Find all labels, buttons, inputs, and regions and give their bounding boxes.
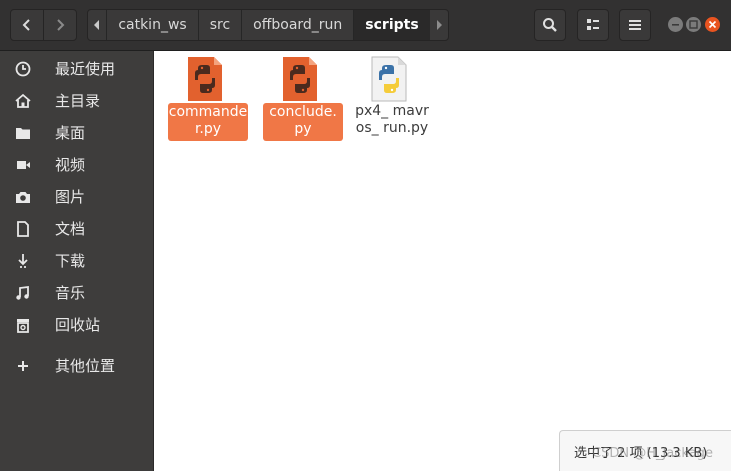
- sidebar-item-label: 回收站: [55, 316, 101, 334]
- menu-button[interactable]: [619, 9, 651, 41]
- close-button[interactable]: [705, 17, 720, 32]
- sidebar-item-music[interactable]: 音乐: [0, 277, 153, 307]
- maximize-icon: [689, 20, 698, 29]
- sidebar-item-other-locations[interactable]: 其他位置: [0, 350, 153, 380]
- sidebar-item-label: 最近使用: [55, 60, 116, 78]
- sidebar: 最近使用 主目录 桌面 视频 图片 文档 下载 音乐 回收站 其他位置: [0, 51, 154, 471]
- path-bar: catkin_ws src offboard_run scripts: [87, 9, 449, 41]
- minimize-button[interactable]: [668, 17, 683, 32]
- download-icon: [18, 254, 28, 268]
- plus-icon: [18, 361, 28, 371]
- sidebar-item-videos[interactable]: 视频: [0, 149, 153, 179]
- python-file-icon: [371, 56, 407, 102]
- maximize-button[interactable]: [686, 17, 701, 32]
- forward-button[interactable]: [43, 9, 77, 41]
- python-file-icon: [283, 57, 317, 101]
- sidebar-item-downloads[interactable]: 下载: [0, 245, 153, 275]
- sidebar-item-home[interactable]: 主目录: [0, 85, 153, 115]
- view-options-icon: [587, 19, 599, 30]
- triangle-left-icon: [94, 20, 100, 30]
- sidebar-item-label: 其他位置: [55, 357, 116, 375]
- watermark: CSDN @H_Jackage: [592, 446, 713, 461]
- search-button[interactable]: [534, 9, 566, 41]
- back-button[interactable]: [10, 9, 44, 41]
- sidebar-item-recent[interactable]: 最近使用: [0, 53, 153, 83]
- recent-icon: [15, 61, 31, 77]
- trash-icon: [17, 319, 29, 333]
- hamburger-menu-icon: [629, 20, 641, 30]
- breadcrumb-src[interactable]: src: [197, 10, 241, 40]
- breadcrumb-offboard-run[interactable]: offboard_run: [241, 10, 353, 40]
- path-scroll-right-button[interactable]: [430, 10, 448, 40]
- sidebar-item-label: 文档: [55, 220, 86, 238]
- triangle-right-icon: [436, 20, 442, 30]
- camera-icon: [16, 192, 30, 203]
- folder-icon: [16, 128, 30, 139]
- file-name: conclude. py: [263, 103, 343, 141]
- python-file-icon: [188, 57, 222, 101]
- view-options-button[interactable]: [577, 9, 609, 41]
- sidebar-item-label: 图片: [55, 188, 86, 206]
- minimize-icon: [672, 24, 679, 26]
- header-bar: catkin_ws src offboard_run scripts: [0, 0, 731, 51]
- sidebar-item-trash[interactable]: 回收站: [0, 309, 153, 339]
- file-name: commande r.py: [168, 103, 248, 141]
- chevron-left-icon: [22, 19, 30, 31]
- chevron-right-icon: [57, 19, 65, 31]
- sidebar-item-pictures[interactable]: 图片: [0, 181, 153, 211]
- document-icon: [17, 221, 29, 237]
- sidebar-item-documents[interactable]: 文档: [0, 213, 153, 243]
- sidebar-item-label: 桌面: [55, 124, 86, 142]
- breadcrumb-scripts[interactable]: scripts: [353, 10, 430, 40]
- sidebar-item-label: 视频: [55, 156, 86, 174]
- close-icon: [708, 20, 717, 29]
- breadcrumb-catkin-ws[interactable]: catkin_ws: [106, 10, 197, 40]
- sidebar-item-desktop[interactable]: 桌面: [0, 117, 153, 147]
- sidebar-item-label: 下载: [55, 252, 86, 270]
- music-icon: [16, 285, 29, 300]
- file-name: px4_ mavros_ run.py: [355, 103, 429, 136]
- search-icon: [543, 18, 557, 32]
- home-icon: [15, 93, 31, 108]
- path-scroll-left-button[interactable]: [88, 10, 106, 40]
- video-icon: [17, 161, 30, 169]
- file-view[interactable]: commande r.py conclude. py px4_ mavros_ …: [154, 51, 731, 471]
- navigation-buttons: [10, 9, 78, 41]
- sidebar-item-label: 主目录: [55, 92, 101, 110]
- sidebar-item-label: 音乐: [55, 284, 86, 302]
